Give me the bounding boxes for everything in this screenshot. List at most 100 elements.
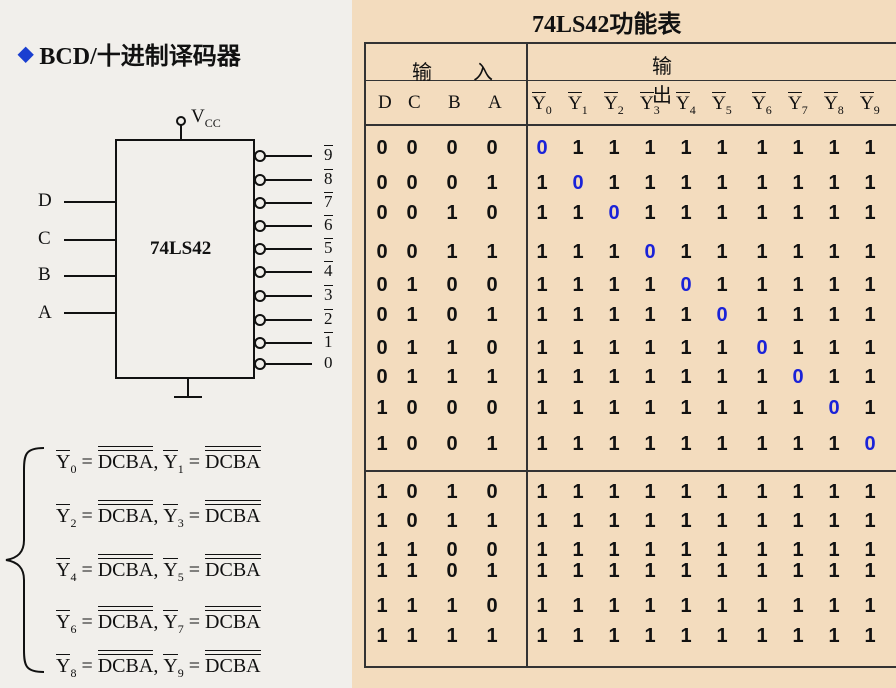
output-cell: 1 — [716, 625, 728, 647]
output-cell: 1 — [644, 625, 656, 647]
output-col-header: Y7 — [788, 92, 808, 117]
output-cell: 1 — [864, 241, 876, 263]
output-cell: 1 — [680, 510, 692, 532]
output-cell: 1 — [864, 137, 876, 159]
output-col-header: Y9 — [860, 92, 880, 117]
header-bottom-line — [364, 124, 896, 126]
output-cell: 1 — [864, 625, 876, 647]
output-cell: 1 — [608, 274, 620, 296]
output-cell: 1 — [864, 304, 876, 326]
output-cell: 1 — [828, 625, 840, 647]
output-cell: 1 — [828, 510, 840, 532]
equation-row: Y2 = DCBA, Y3 = DCBA — [56, 500, 261, 531]
input-cell: 1 — [406, 304, 418, 326]
output-cell: 1 — [864, 560, 876, 582]
table-divider — [526, 42, 528, 668]
input-cell: 0 — [446, 539, 458, 561]
output-cell: 1 — [536, 366, 548, 388]
output-cell: 1 — [792, 274, 804, 296]
input-cell: 1 — [486, 433, 498, 455]
output-cell: 1 — [536, 560, 548, 582]
output-cell: 1 — [792, 304, 804, 326]
left-panel: ◆ BCD/十进制译码器 VCC D C B A 74LS42 98765432… — [0, 0, 352, 688]
output-cell: 1 — [680, 481, 692, 503]
output-cell: 1 — [644, 397, 656, 419]
output-cell: 1 — [608, 510, 620, 532]
output-cell: 1 — [828, 539, 840, 561]
output-label: 8 — [324, 169, 333, 188]
output-cell: 1 — [756, 366, 768, 388]
output-cell: 0 — [608, 202, 620, 224]
input-cell: 0 — [486, 397, 498, 419]
output-cell: 1 — [644, 337, 656, 359]
vcc-label: VCC — [191, 106, 221, 130]
input-cell: 1 — [376, 510, 388, 532]
output-cell: 1 — [864, 481, 876, 503]
input-cell: 1 — [376, 625, 388, 647]
output-cell: 1 — [792, 137, 804, 159]
output-cell: 1 — [864, 202, 876, 224]
input-cell: 1 — [486, 625, 498, 647]
output-cell: 1 — [756, 137, 768, 159]
output-cell: 1 — [572, 625, 584, 647]
input-cell: 1 — [446, 366, 458, 388]
output-cell: 1 — [756, 241, 768, 263]
input-cell: 0 — [486, 481, 498, 503]
output-cell: 1 — [716, 241, 728, 263]
input-cell: 0 — [446, 137, 458, 159]
output-label: 2 — [324, 309, 333, 328]
output-cell: 1 — [536, 304, 548, 326]
output-label: 1 — [324, 332, 333, 351]
output-cell: 1 — [864, 595, 876, 617]
output-cell: 1 — [608, 481, 620, 503]
output-bubble — [254, 243, 266, 255]
output-cell: 1 — [828, 137, 840, 159]
input-label-b: B — [38, 264, 51, 285]
output-bubble — [254, 314, 266, 326]
output-cell: 1 — [536, 202, 548, 224]
output-cell: 1 — [572, 433, 584, 455]
equation-brace — [5, 447, 45, 673]
output-col-header: Y6 — [752, 92, 772, 117]
input-cell: 1 — [446, 595, 458, 617]
output-cell: 1 — [828, 337, 840, 359]
output-cell: 1 — [680, 560, 692, 582]
output-cell: 1 — [716, 595, 728, 617]
output-cell: 0 — [828, 397, 840, 419]
chip-label: 74LS42 — [150, 238, 212, 259]
input-cell: 0 — [376, 366, 388, 388]
input-cell: 0 — [406, 397, 418, 419]
output-cell: 1 — [828, 241, 840, 263]
output-cell: 1 — [792, 433, 804, 455]
output-cell: 1 — [792, 625, 804, 647]
output-col-header: Y5 — [712, 92, 732, 117]
output-cell: 1 — [572, 539, 584, 561]
output-col-header: Y8 — [824, 92, 844, 117]
decoder-schematic — [64, 116, 312, 398]
output-cell: 1 — [756, 304, 768, 326]
output-cell: 1 — [792, 172, 804, 194]
output-cell: 0 — [864, 433, 876, 455]
output-cell: 1 — [756, 172, 768, 194]
input-cell: 0 — [406, 510, 418, 532]
output-cell: 1 — [644, 539, 656, 561]
input-cell: 1 — [486, 366, 498, 388]
output-cell: 1 — [572, 510, 584, 532]
output-cell: 1 — [792, 510, 804, 532]
output-cell: 1 — [716, 366, 728, 388]
output-col-header: Y3 — [640, 92, 660, 117]
input-cell: 0 — [406, 481, 418, 503]
output-cell: 1 — [716, 137, 728, 159]
output-cell: 1 — [680, 625, 692, 647]
output-cell: 1 — [864, 397, 876, 419]
output-cell: 1 — [756, 560, 768, 582]
input-cell: 0 — [376, 304, 388, 326]
output-bubble — [254, 150, 266, 162]
output-cell: 1 — [644, 274, 656, 296]
input-col-header: A — [488, 92, 502, 113]
input-cell: 1 — [446, 510, 458, 532]
input-cell: 0 — [376, 202, 388, 224]
output-bubble — [254, 290, 266, 302]
output-cell: 1 — [680, 397, 692, 419]
output-cell: 1 — [864, 510, 876, 532]
